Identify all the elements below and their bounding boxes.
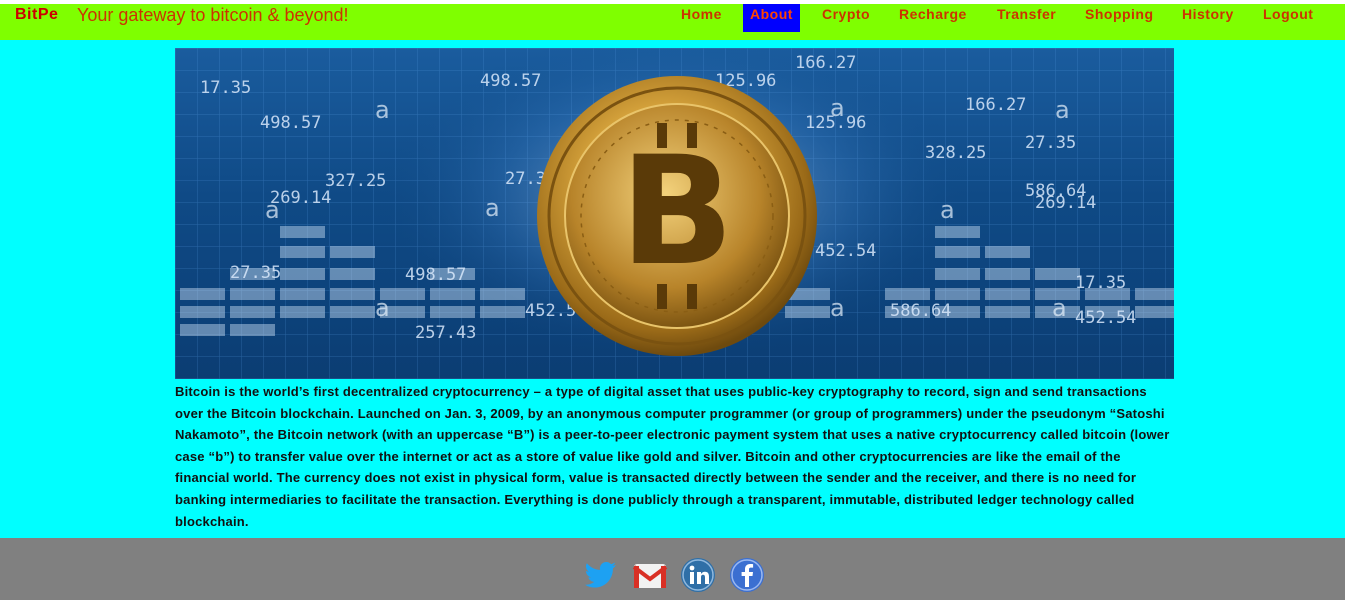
hero-number: 498.57 (405, 265, 466, 285)
watermark-letter: a (265, 196, 280, 224)
watermark-letter: a (940, 196, 955, 224)
hero-number: 452.54 (815, 241, 876, 261)
nav-logout[interactable]: Logout (1263, 4, 1313, 32)
hero-number: 327.25 (325, 171, 386, 191)
nav-home[interactable]: Home (681, 4, 722, 32)
nav-about[interactable]: About (743, 4, 800, 32)
hero-number: 17.35 (1075, 273, 1126, 293)
hero-number: 328.25 (925, 143, 986, 163)
hero-number: 269.14 (1035, 193, 1096, 213)
main-nav: Home About Crypto Recharge Transfer Shop… (0, 4, 1345, 32)
watermark-letter: a (375, 96, 390, 124)
nav-shopping[interactable]: Shopping (1085, 4, 1154, 32)
hero-illustration: 17.35 498.57 125.96166.27327.25 27.35269.14… (175, 48, 1174, 379)
watermark-letter: a (485, 194, 500, 222)
bitcoin-coin: B (537, 76, 817, 356)
nav-recharge[interactable]: Recharge (899, 4, 967, 32)
hero-number: 498.57 (480, 71, 541, 91)
hero-number: 498.57 (260, 113, 321, 133)
watermark-letter: a (830, 94, 845, 122)
hero-number: 166.27 (965, 95, 1026, 115)
hero-number: 166.27 (795, 53, 856, 73)
nav-transfer[interactable]: Transfer (997, 4, 1056, 32)
hero-number: 27.35 (230, 263, 281, 283)
hero-number: 452.54 (1075, 308, 1136, 328)
watermark-letter: a (1052, 294, 1067, 322)
watermark-letter: a (1055, 96, 1070, 124)
hero-number: 17.35 (200, 78, 251, 98)
twitter-icon[interactable] (582, 556, 620, 599)
gmail-icon[interactable] (631, 556, 669, 599)
nav-history[interactable]: History (1182, 4, 1234, 32)
watermark-letter: a (830, 294, 845, 322)
watermark-letter: a (375, 294, 390, 322)
hero-number: 27.35 (1025, 133, 1076, 153)
hero-bitcoin-image: 17.35 498.57 125.96 166.27 327.25 27.35 269.14… (175, 48, 1174, 379)
footer (0, 538, 1345, 600)
hero-number: 257.43 (415, 323, 476, 343)
main-content: 17.35 498.57 125.96 166.27 327.25 27.35 269.14… (0, 40, 1345, 538)
about-article-text: Bitcoin is the world’s first decentraliz… (175, 384, 1170, 529)
facebook-icon[interactable] (728, 556, 766, 599)
linkedin-icon[interactable] (679, 556, 717, 599)
hero-number: 586.64 (890, 301, 951, 321)
top-navbar: BitPe Your gateway to bitcoin & beyond! … (0, 4, 1345, 40)
nav-crypto[interactable]: Crypto (822, 4, 870, 32)
bitcoin-symbol: B (620, 125, 734, 299)
